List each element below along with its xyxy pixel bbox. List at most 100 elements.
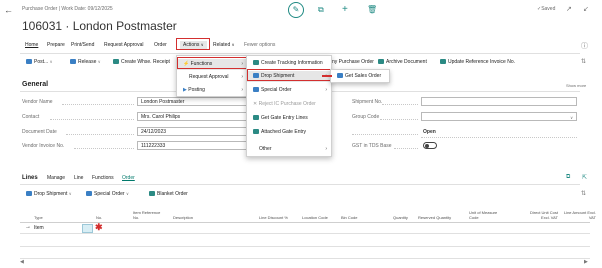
col-line-amount[interactable]: Line Amount Excl. VAT: [560, 210, 596, 220]
functions-tab[interactable]: Functions: [92, 175, 114, 181]
share-icon[interactable]: ⧉: [318, 5, 324, 15]
vendor-name-label: Vendor Name: [22, 99, 53, 105]
archive-document-button[interactable]: Archive Document: [378, 59, 427, 65]
row-no-field[interactable]: [82, 224, 93, 233]
col-type[interactable]: Type: [34, 215, 43, 220]
drop-shipment-lines-button[interactable]: Drop Shipment ∨: [26, 191, 72, 197]
chevron-right-icon: ›: [241, 87, 243, 93]
tab-home[interactable]: Home: [25, 42, 38, 48]
chevron-down-icon: ∨: [97, 59, 101, 64]
scroll-right-icon[interactable]: ▶: [584, 259, 588, 265]
col-direct-unit-cost-label: Direct Unit Cost Excl. VAT: [529, 210, 558, 220]
create-whse-label: Create Whse. Receipt: [121, 59, 170, 65]
tab-print-send[interactable]: Print/Send: [71, 42, 94, 48]
chevron-down-icon: ∨: [125, 191, 129, 196]
drop-shipment-lines-label: Drop Shipment: [34, 191, 68, 197]
col-bin-code[interactable]: Bin Code: [341, 215, 357, 220]
col-item-reference-label: Item Reference No.: [133, 210, 161, 220]
create-whse-receipt-button[interactable]: Create Whse. Receipt: [113, 59, 170, 65]
tab-related[interactable]: Related ∨: [213, 42, 235, 48]
col-quantity[interactable]: Quantity: [393, 215, 408, 220]
row-type-field[interactable]: Item: [34, 225, 44, 231]
pin-icon[interactable]: ⇅: [581, 58, 586, 65]
menu-item-create-tracking[interactable]: Create Tracking Information: [247, 58, 331, 69]
col-location-code[interactable]: Location Code: [302, 215, 328, 220]
menu-item-other[interactable]: Other ›: [247, 144, 331, 155]
document-date-field[interactable]: 24/12/2023: [137, 127, 247, 136]
status-value: Open: [423, 129, 436, 135]
shipment-no-field[interactable]: [421, 97, 577, 106]
release-icon: [70, 59, 76, 65]
special-order-lines-label: Special Order: [94, 191, 125, 197]
posting-label: Posting: [188, 87, 205, 93]
release-label: Release: [78, 59, 97, 65]
gst-tds-leader: [394, 148, 418, 149]
back-arrow-icon[interactable]: ←: [4, 5, 13, 15]
menu-item-special-order[interactable]: Special Order ›: [247, 85, 331, 96]
general-section-title: General: [22, 81, 49, 88]
line-tab[interactable]: Line: [74, 175, 83, 181]
col-item-reference[interactable]: Item Reference No.: [133, 210, 165, 220]
chevron-right-icon: ›: [325, 87, 327, 93]
pin-icon[interactable]: ⇅: [581, 190, 586, 197]
blanket-order-button[interactable]: Blanket Order: [149, 191, 188, 197]
edit-icon[interactable]: ✎: [288, 2, 304, 18]
group-code-field[interactable]: ∨: [421, 112, 577, 121]
vendor-name-field[interactable]: London Postmaster: [137, 97, 247, 106]
menu-item-get-gate-entry[interactable]: Get Gate Entry Lines: [247, 113, 331, 124]
delete-icon[interactable]: 🗑: [367, 5, 377, 14]
tab-fewer-options[interactable]: Fewer options: [244, 42, 275, 48]
open-new-window-icon[interactable]: ↗: [566, 5, 572, 13]
menu-item-reject-ic[interactable]: ✕ Reject IC Purchase Order: [247, 99, 331, 110]
order-tab[interactable]: Order: [122, 175, 135, 181]
drop-shipment-highlight: [247, 69, 331, 81]
lines-divider: [20, 184, 580, 185]
vendor-invoice-field[interactable]: 111222333: [137, 141, 247, 150]
col-no[interactable]: No.: [96, 215, 102, 220]
table-row[interactable]: [20, 223, 590, 234]
col-unit-of-measure[interactable]: Unit of Measure Code: [469, 210, 499, 220]
update-reference-button[interactable]: Update Reference Invoice No.: [440, 59, 515, 65]
col-description[interactable]: Description: [173, 215, 193, 220]
post-button[interactable]: Post... ∨: [26, 59, 53, 65]
drop-shipment-icon: [26, 191, 32, 197]
toolbar-divider: [20, 53, 580, 54]
gst-tds-toggle[interactable]: [423, 142, 437, 149]
sales-order-icon: [337, 73, 343, 79]
menu-item-attached-gate-entry[interactable]: Attached Gate Entry: [247, 127, 331, 138]
post-icon: [26, 59, 32, 65]
chevron-down-icon: ∨: [570, 115, 573, 120]
manage-tab[interactable]: Manage: [47, 175, 65, 181]
tab-order[interactable]: Order: [154, 42, 167, 48]
expand-icon[interactable]: ⇱: [582, 174, 587, 181]
release-button[interactable]: Release ∨: [70, 59, 101, 65]
collapse-icon[interactable]: ↙: [583, 5, 589, 13]
toggle-knob: [425, 144, 429, 148]
col-reserved-quantity[interactable]: Reserved Quantity: [418, 215, 451, 220]
archive-icon: [378, 59, 384, 65]
menu-item-posting[interactable]: ▶ Posting ›: [177, 85, 247, 96]
row-divider: [20, 258, 590, 259]
tab-request-approval[interactable]: Request Approval: [104, 42, 143, 48]
lines-tab[interactable]: Lines: [22, 175, 38, 181]
info-icon[interactable]: ⓘ: [581, 41, 588, 51]
scroll-left-icon[interactable]: ◀: [20, 259, 24, 265]
menu-item-get-sales-order[interactable]: Get Sales Order: [331, 71, 389, 82]
tab-related-label: Related: [213, 42, 231, 48]
show-more-link[interactable]: Show more: [566, 83, 586, 88]
col-line-discount[interactable]: Line Discount %: [259, 215, 288, 220]
menu-item-request-approval[interactable]: Request Approval ›: [177, 72, 247, 83]
blanket-order-icon: [149, 191, 155, 197]
get-gate-entry-label: Get Gate Entry Lines: [261, 115, 308, 121]
special-order-lines-button[interactable]: Special Order ∨: [86, 191, 129, 197]
add-icon[interactable]: +: [342, 4, 348, 15]
other-label: Other: [259, 146, 272, 152]
share-icon[interactable]: ⧉: [566, 174, 570, 181]
tab-prepare[interactable]: Prepare: [47, 42, 65, 48]
purchase-order-button[interactable]: ny Purchase Order: [332, 59, 374, 65]
update-icon: [440, 59, 446, 65]
contact-field[interactable]: Mrs. Carol Philips: [137, 112, 247, 121]
archive-label: Archive Document: [386, 59, 427, 65]
contact-leader: [50, 119, 134, 120]
col-direct-unit-cost[interactable]: Direct Unit Cost Excl. VAT: [526, 210, 558, 220]
